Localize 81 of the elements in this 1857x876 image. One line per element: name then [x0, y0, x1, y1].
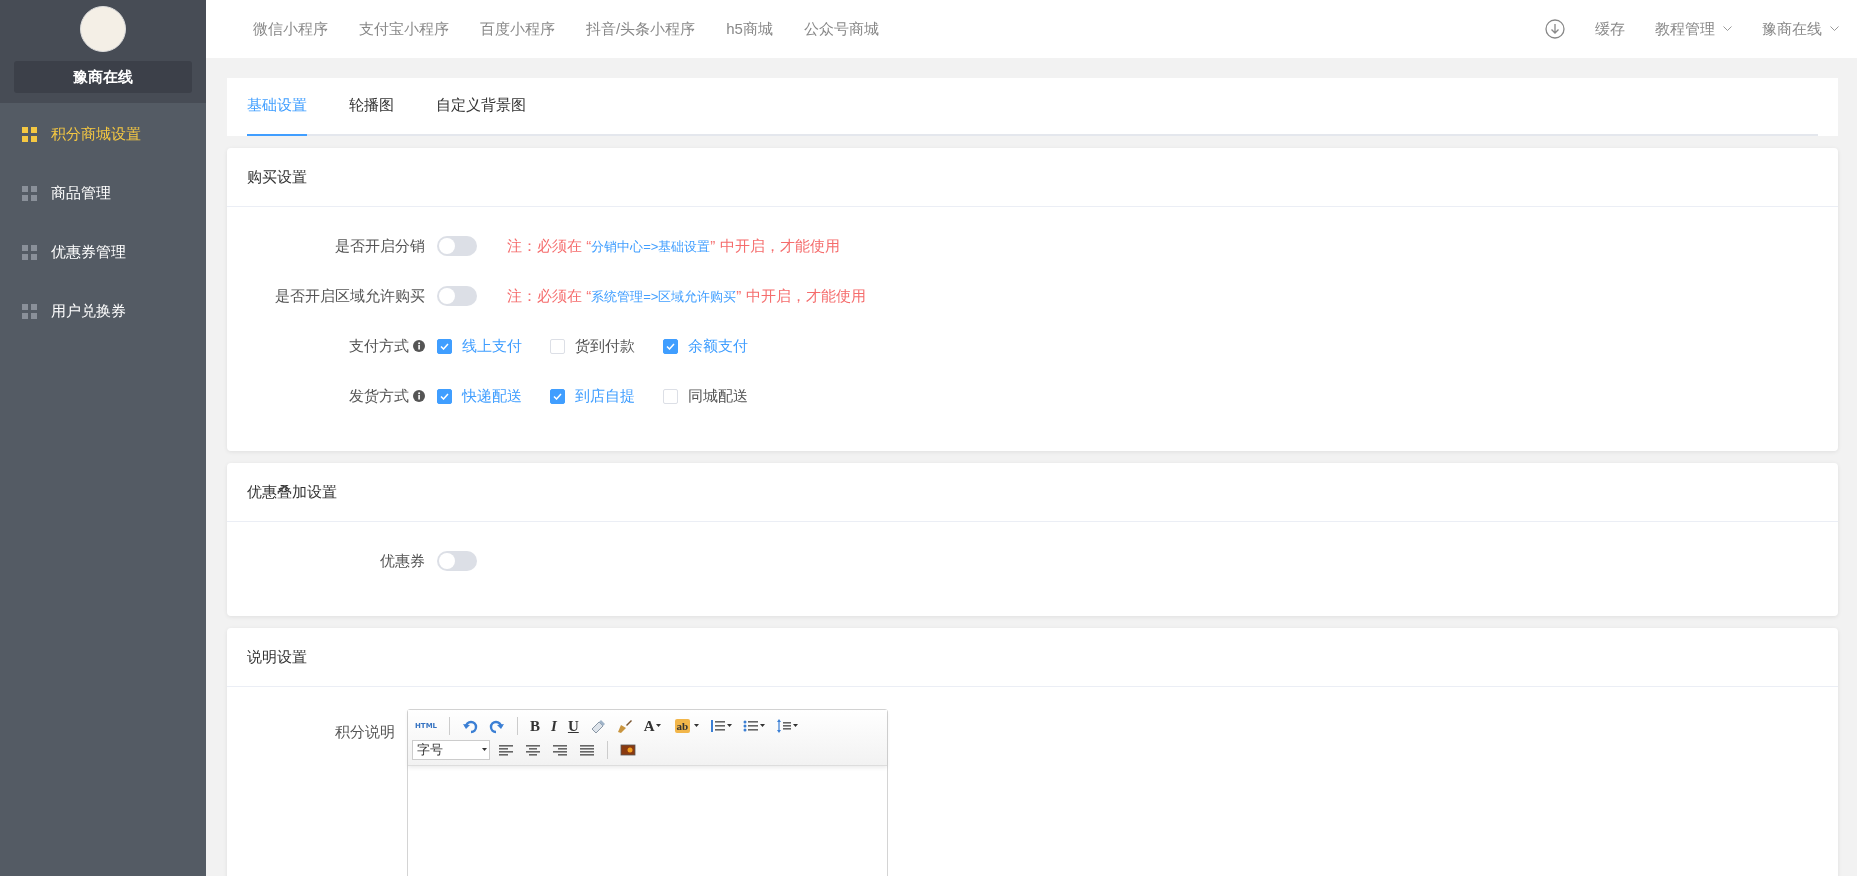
header-menu[interactable]: 豫商在线 — [1762, 19, 1839, 39]
toggle-switch[interactable] — [437, 286, 477, 306]
bold-button[interactable]: B — [527, 716, 544, 736]
section-title: 购买设置 — [247, 167, 307, 187]
toggle-switch[interactable] — [437, 551, 477, 571]
caret-icon — [760, 724, 766, 728]
tab[interactable]: 基础设置 — [247, 76, 307, 136]
align-left-icon — [498, 742, 514, 758]
tab[interactable]: 自定义背景图 — [436, 76, 526, 136]
brand-name: 豫商在线 — [14, 61, 192, 93]
sidebar-item[interactable]: 商品管理 — [0, 164, 206, 223]
header-menu[interactable]: 教程管理 — [1655, 19, 1732, 39]
image-icon — [620, 742, 636, 758]
check-icon — [553, 392, 562, 400]
checkbox[interactable] — [550, 388, 565, 404]
caret-icon — [482, 748, 487, 752]
field-label: 是否开启区域允许购买 — [275, 286, 425, 306]
grid-icon — [22, 186, 37, 201]
check-icon — [440, 392, 449, 400]
font-size-select[interactable]: 字号 — [412, 740, 490, 760]
nav-link[interactable]: 公众号商城 — [803, 19, 879, 39]
bullet-list-icon — [743, 718, 760, 734]
field-label: 积分说明 — [335, 723, 395, 742]
tab[interactable]: 轮播图 — [349, 76, 394, 136]
nav-link[interactable]: 抖音/头条小程序 — [586, 19, 696, 39]
header-menu[interactable]: 缓存 — [1595, 19, 1625, 39]
check-icon — [666, 342, 675, 350]
checkbox-label: 线上支付 — [462, 336, 522, 356]
section-title: 优惠叠加设置 — [247, 482, 337, 502]
caret-icon — [793, 724, 799, 728]
checkbox-label: 余额支付 — [688, 336, 748, 356]
undo-icon — [462, 718, 479, 734]
italic-button[interactable]: I — [548, 716, 560, 736]
grid-icon — [22, 127, 37, 142]
font-color-button[interactable]: A — [640, 716, 664, 736]
checkbox-label: 同城配送 — [688, 386, 748, 406]
highlight-button[interactable]: ab — [668, 716, 703, 736]
caret-icon — [655, 724, 661, 728]
sidebar-item[interactable]: 优惠券管理 — [0, 223, 206, 282]
checkbox-label: 快递配送 — [462, 386, 522, 406]
sidebar-item[interactable]: 积分商城设置 — [0, 105, 206, 164]
field-label: 支付方式 — [349, 336, 409, 356]
brush-icon — [616, 718, 633, 734]
field-label: 优惠券 — [380, 551, 425, 571]
redo-icon — [489, 718, 506, 734]
numbered-list-icon — [710, 718, 727, 734]
nav-link[interactable]: 支付宝小程序 — [359, 19, 449, 39]
line-height-icon — [776, 718, 793, 734]
align-right-icon — [552, 742, 568, 758]
checkbox[interactable] — [663, 338, 678, 354]
checkbox[interactable] — [437, 388, 452, 404]
grid-icon — [22, 245, 37, 260]
checkbox-label: 到店自提 — [575, 386, 635, 406]
justify-icon — [579, 742, 595, 758]
underline-button[interactable]: U — [564, 716, 582, 736]
settings-path-link[interactable]: 分销中心=>基础设置 — [591, 238, 711, 254]
caret-icon — [727, 724, 733, 728]
nav-link[interactable]: h5商城 — [726, 19, 773, 39]
field-label: 发货方式 — [349, 386, 409, 406]
align-center-icon — [525, 742, 541, 758]
nav-link[interactable]: 百度小程序 — [480, 19, 555, 39]
grid-icon — [22, 304, 37, 319]
logo-image — [80, 6, 126, 52]
section-title: 说明设置 — [247, 647, 307, 667]
check-icon — [440, 342, 449, 350]
settings-path-link[interactable]: 系统管理=>区域允许购买 — [591, 288, 737, 304]
warning-note: 注：必须在 “分销中心=>基础设置” 中开启，才能使用 — [507, 236, 840, 256]
sidebar-item[interactable]: 用户兑换券 — [0, 282, 206, 341]
info-icon — [413, 340, 425, 352]
checkbox-label: 货到付款 — [575, 336, 635, 356]
download-icon[interactable] — [1545, 19, 1565, 39]
warning-note: 注：必须在 “系统管理=>区域允许购买” 中开启，才能使用 — [507, 286, 866, 306]
eraser-icon — [589, 718, 606, 734]
nav-link[interactable]: 微信小程序 — [253, 19, 328, 39]
toggle-switch[interactable] — [437, 236, 477, 256]
checkbox[interactable] — [437, 338, 452, 354]
caret-icon — [694, 724, 700, 728]
field-label: 是否开启分销 — [335, 236, 425, 256]
info-icon — [413, 390, 425, 402]
chevron-down-icon — [1723, 26, 1732, 32]
chevron-down-icon — [1830, 26, 1839, 32]
